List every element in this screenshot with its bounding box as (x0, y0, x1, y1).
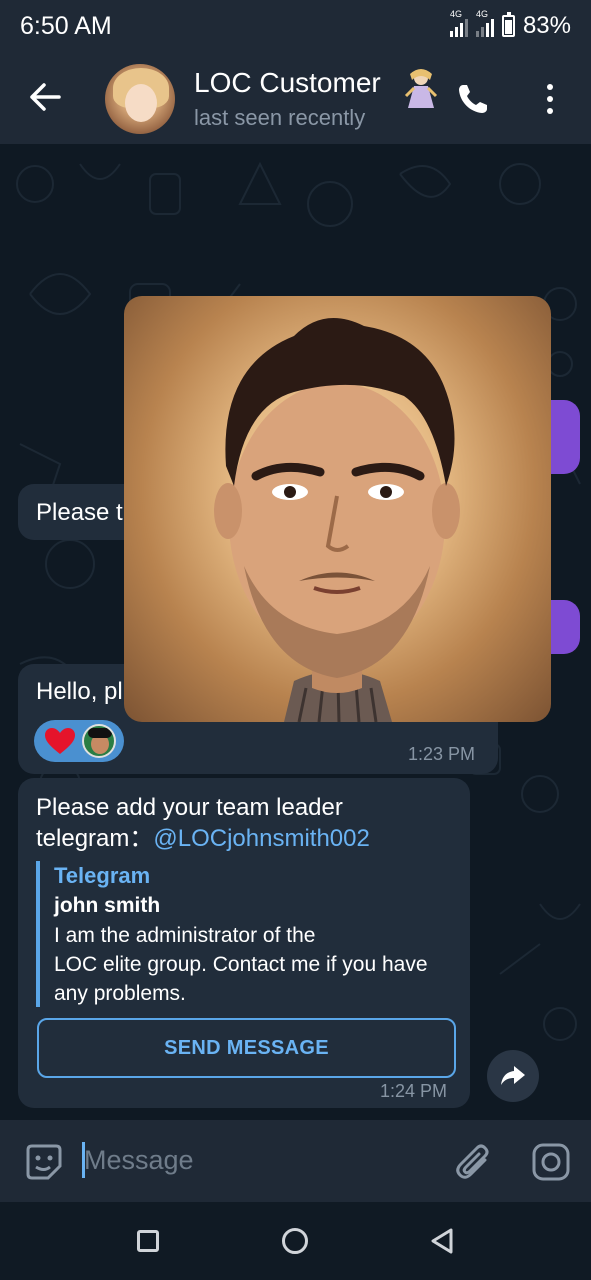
signal-icon-2: 4G (475, 9, 494, 37)
send-message-button[interactable]: SEND MESSAGE (37, 1018, 456, 1078)
message-time: 1:23 PM (408, 744, 476, 764)
message-text: Hello, pl (36, 678, 123, 705)
chat-header: LOC Customer last seen recently (0, 52, 591, 144)
nav-back-icon[interactable] (430, 1228, 454, 1254)
recents-button[interactable] (137, 1230, 159, 1252)
status-icons: 4G 4G 83% (449, 9, 571, 40)
preview-body-1: I am the administrator of the (54, 924, 316, 947)
forward-icon[interactable] (487, 1050, 539, 1102)
status-time: 6:50 AM (20, 12, 112, 40)
message-time: 1:24 PM (380, 1081, 448, 1101)
battery-percent: 83% (522, 12, 571, 39)
message-line-1: Please add your team leader (36, 794, 343, 821)
link-preview[interactable]: Telegram john smith I am the administrat… (36, 861, 456, 1007)
signal-icon: 4G (449, 9, 468, 37)
preview-body-3: any problems. (54, 982, 186, 1005)
phone-icon[interactable] (456, 82, 490, 116)
home-button[interactable] (282, 1228, 308, 1254)
custom-emoji-icon (404, 69, 438, 108)
message-text: Please t (36, 499, 123, 526)
arrow-left-icon[interactable] (28, 82, 62, 112)
system-nav-bar (0, 1202, 591, 1280)
last-seen-status: last seen recently (194, 105, 366, 130)
preview-body-2: LOC elite group. Contact me if you have (54, 953, 428, 976)
status-bar: 6:50 AM 4G 4G 83% (0, 0, 591, 52)
paperclip-icon[interactable] (455, 1142, 491, 1182)
avatar[interactable] (105, 64, 175, 134)
heart-icon[interactable] (44, 727, 76, 755)
portrait-image (214, 318, 460, 722)
reaction-avatar[interactable] (82, 724, 116, 758)
message-input[interactable] (84, 1138, 424, 1182)
camera-icon[interactable] (531, 1142, 571, 1182)
message-input-bar (0, 1120, 591, 1202)
preview-title: john smith (54, 894, 161, 917)
sticker-icon[interactable] (24, 1142, 64, 1182)
preview-site: Telegram (54, 863, 151, 888)
profile-photo-preview[interactable] (124, 296, 551, 722)
chat-title[interactable]: LOC Customer (194, 67, 381, 99)
battery-icon (501, 12, 515, 37)
reactions[interactable] (34, 720, 124, 762)
more-vertical-icon[interactable] (540, 82, 560, 116)
message-line-2: telegram：@LOCjohnsmith002 (36, 825, 370, 852)
mention-link[interactable]: @LOCjohnsmith002 (153, 825, 369, 852)
